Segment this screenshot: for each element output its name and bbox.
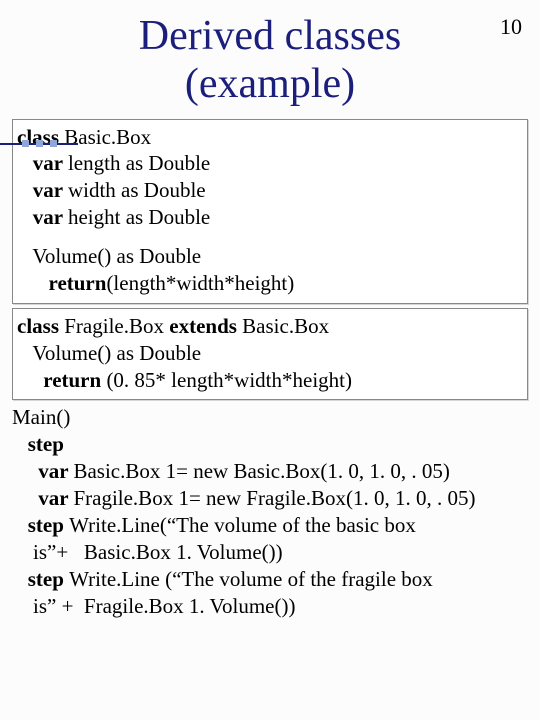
code-line: return(length*width*height) — [17, 270, 523, 297]
code-line: class Basic.Box — [17, 124, 523, 151]
title-line-2: (example) — [185, 61, 355, 107]
title-decor — [0, 136, 78, 150]
code-main: Main() step var Basic.Box 1= new Basic.B… — [12, 404, 528, 619]
code-line: var height as Double — [17, 204, 523, 231]
blank-line — [17, 231, 523, 243]
code-box-fragilebox: class Fragile.Box extends Basic.Box Volu… — [12, 308, 528, 401]
code-line: step Write.Line(“The volume of the basic… — [12, 512, 528, 539]
page-number: 10 — [500, 14, 522, 40]
code-line: var length as Double — [17, 150, 523, 177]
slide-title: Derived classes (example) — [0, 0, 540, 115]
code-line: var width as Double — [17, 177, 523, 204]
code-line: step Write.Line (“The volume of the frag… — [12, 566, 528, 593]
title-line-1: Derived classes — [139, 13, 401, 59]
code-line: is”+ Basic.Box 1. Volume()) — [12, 539, 528, 566]
code-line: Volume() as Double — [17, 340, 523, 367]
code-line: is” + Fragile.Box 1. Volume()) — [12, 593, 528, 620]
code-line: return (0. 85* length*width*height) — [17, 367, 523, 394]
code-line: Main() — [12, 404, 528, 431]
code-box-basicbox: class Basic.Box var length as Double var… — [12, 119, 528, 304]
decor-square-icon — [36, 140, 43, 147]
code-line: Volume() as Double — [17, 243, 523, 270]
code-line: step — [12, 431, 528, 458]
code-line: var Fragile.Box 1= new Fragile.Box(1. 0,… — [12, 485, 528, 512]
code-line: class Fragile.Box extends Basic.Box — [17, 313, 523, 340]
decor-square-icon — [50, 140, 57, 147]
code-line: var Basic.Box 1= new Basic.Box(1. 0, 1. … — [12, 458, 528, 485]
decor-square-icon — [22, 140, 29, 147]
